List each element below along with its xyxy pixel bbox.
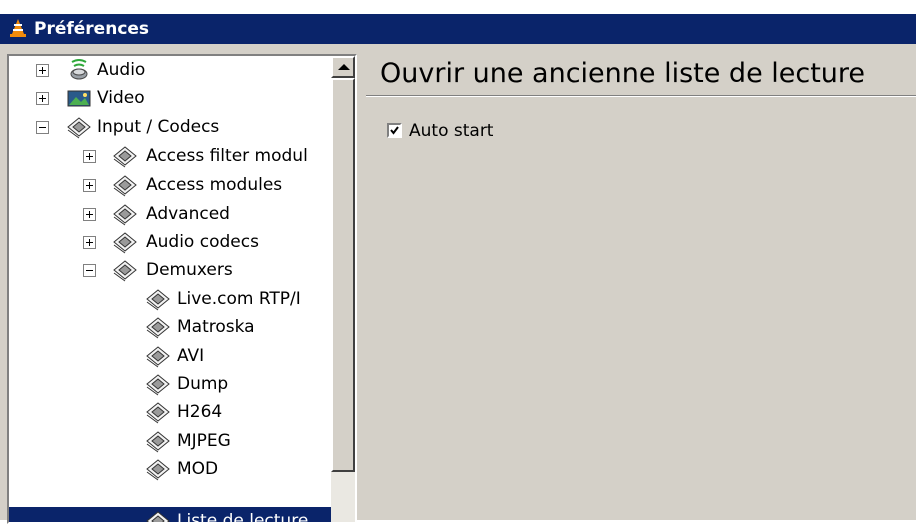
expand-plus-icon[interactable] [83,236,96,249]
tree-item-mjpeg[interactable]: MJPEG [9,427,329,455]
expand-plus-icon[interactable] [36,92,49,105]
tree-item-label: Dump [177,374,229,394]
title-bar[interactable]: Préférences [0,14,916,44]
codec-icon [113,260,137,282]
tree-item-livecom-rtp[interactable]: Live.com RTP/I [9,285,329,313]
tree-item-label: Video [97,88,145,108]
codec-icon [146,317,170,339]
collapse-minus-icon[interactable] [36,121,49,134]
window-title: Préférences [34,19,150,39]
tree-item-h264[interactable]: H264 [9,398,329,426]
checkmark-icon [390,126,399,135]
codec-icon [146,346,170,368]
tree-item-label: Access modules [146,175,283,195]
tree-item-label: AVI [177,346,205,366]
tree-item-video[interactable]: Video [9,84,329,112]
tree-item-label: MJPEG [177,431,231,451]
tree-item-label: Live.com RTP/I [177,289,301,309]
codec-icon [146,402,170,424]
expand-plus-icon[interactable] [83,150,96,163]
codec-icon [146,511,170,522]
tree-item-label: Input / Codecs [97,117,220,137]
tree-item-label: MOD [177,459,219,479]
tree-scrollbar[interactable] [331,56,355,522]
scroll-up-button[interactable] [331,56,355,78]
scroll-thumb[interactable] [331,78,355,472]
auto-start-label[interactable]: Auto start [409,120,493,142]
tree-item-demuxers[interactable]: Demuxers [9,256,329,284]
vlc-cone-icon [10,19,26,37]
panel-title: Ouvrir une ancienne liste de lecture [380,58,866,89]
panel-title-separator-highlight [366,96,916,97]
codec-icon [146,374,170,396]
expand-plus-icon[interactable] [83,179,96,192]
preferences-tree[interactable]: Audio Video Input / Codecs Access filter… [7,54,357,524]
tree-item-dump[interactable]: Dump [9,370,329,398]
tree-item-label: H264 [177,402,223,422]
tree-item-label: Demuxers [146,260,233,280]
window-body: Audio Video Input / Codecs Access filter… [0,44,916,524]
expand-plus-icon[interactable] [36,64,49,77]
tree-item-label: Liste de lecture [175,510,311,522]
codec-icon [113,232,137,254]
tree-item-audio[interactable]: Audio [9,56,329,84]
expand-plus-icon[interactable] [83,208,96,221]
codec-icon [146,289,170,311]
tree-item-label: Access filter modul [146,146,308,166]
codec-icon [113,204,137,226]
tree-item-input-codecs[interactable]: Input / Codecs [9,113,329,141]
speaker-icon [70,59,88,80]
codec-icon [146,431,170,453]
tree-item-mod[interactable]: MOD [9,455,329,483]
codec-icon [146,459,170,481]
tree-item-audio-codecs[interactable]: Audio codecs [9,228,329,256]
tree-item-label: Audio [97,60,146,80]
tree-item-advanced[interactable]: Advanced [9,200,329,228]
codec-icon [67,117,91,139]
tree-item-label: Audio codecs [146,232,259,252]
tree-item-matroska[interactable]: Matroska [9,313,329,341]
tree-item-access-modules[interactable]: Access modules [9,171,329,199]
tree-item-avi[interactable]: AVI [9,342,329,370]
auto-start-checkbox[interactable] [387,123,402,138]
video-icon [67,90,91,107]
codec-icon [113,146,137,168]
tree-item-liste-de-lecture[interactable]: Liste de lecture [9,507,329,522]
tree-item-access-filter-modules[interactable]: Access filter modul [9,142,329,170]
tree-item-label: Matroska [177,317,255,337]
collapse-minus-icon[interactable] [83,264,96,277]
tree-item-label: Advanced [146,204,230,224]
codec-icon [113,175,137,197]
